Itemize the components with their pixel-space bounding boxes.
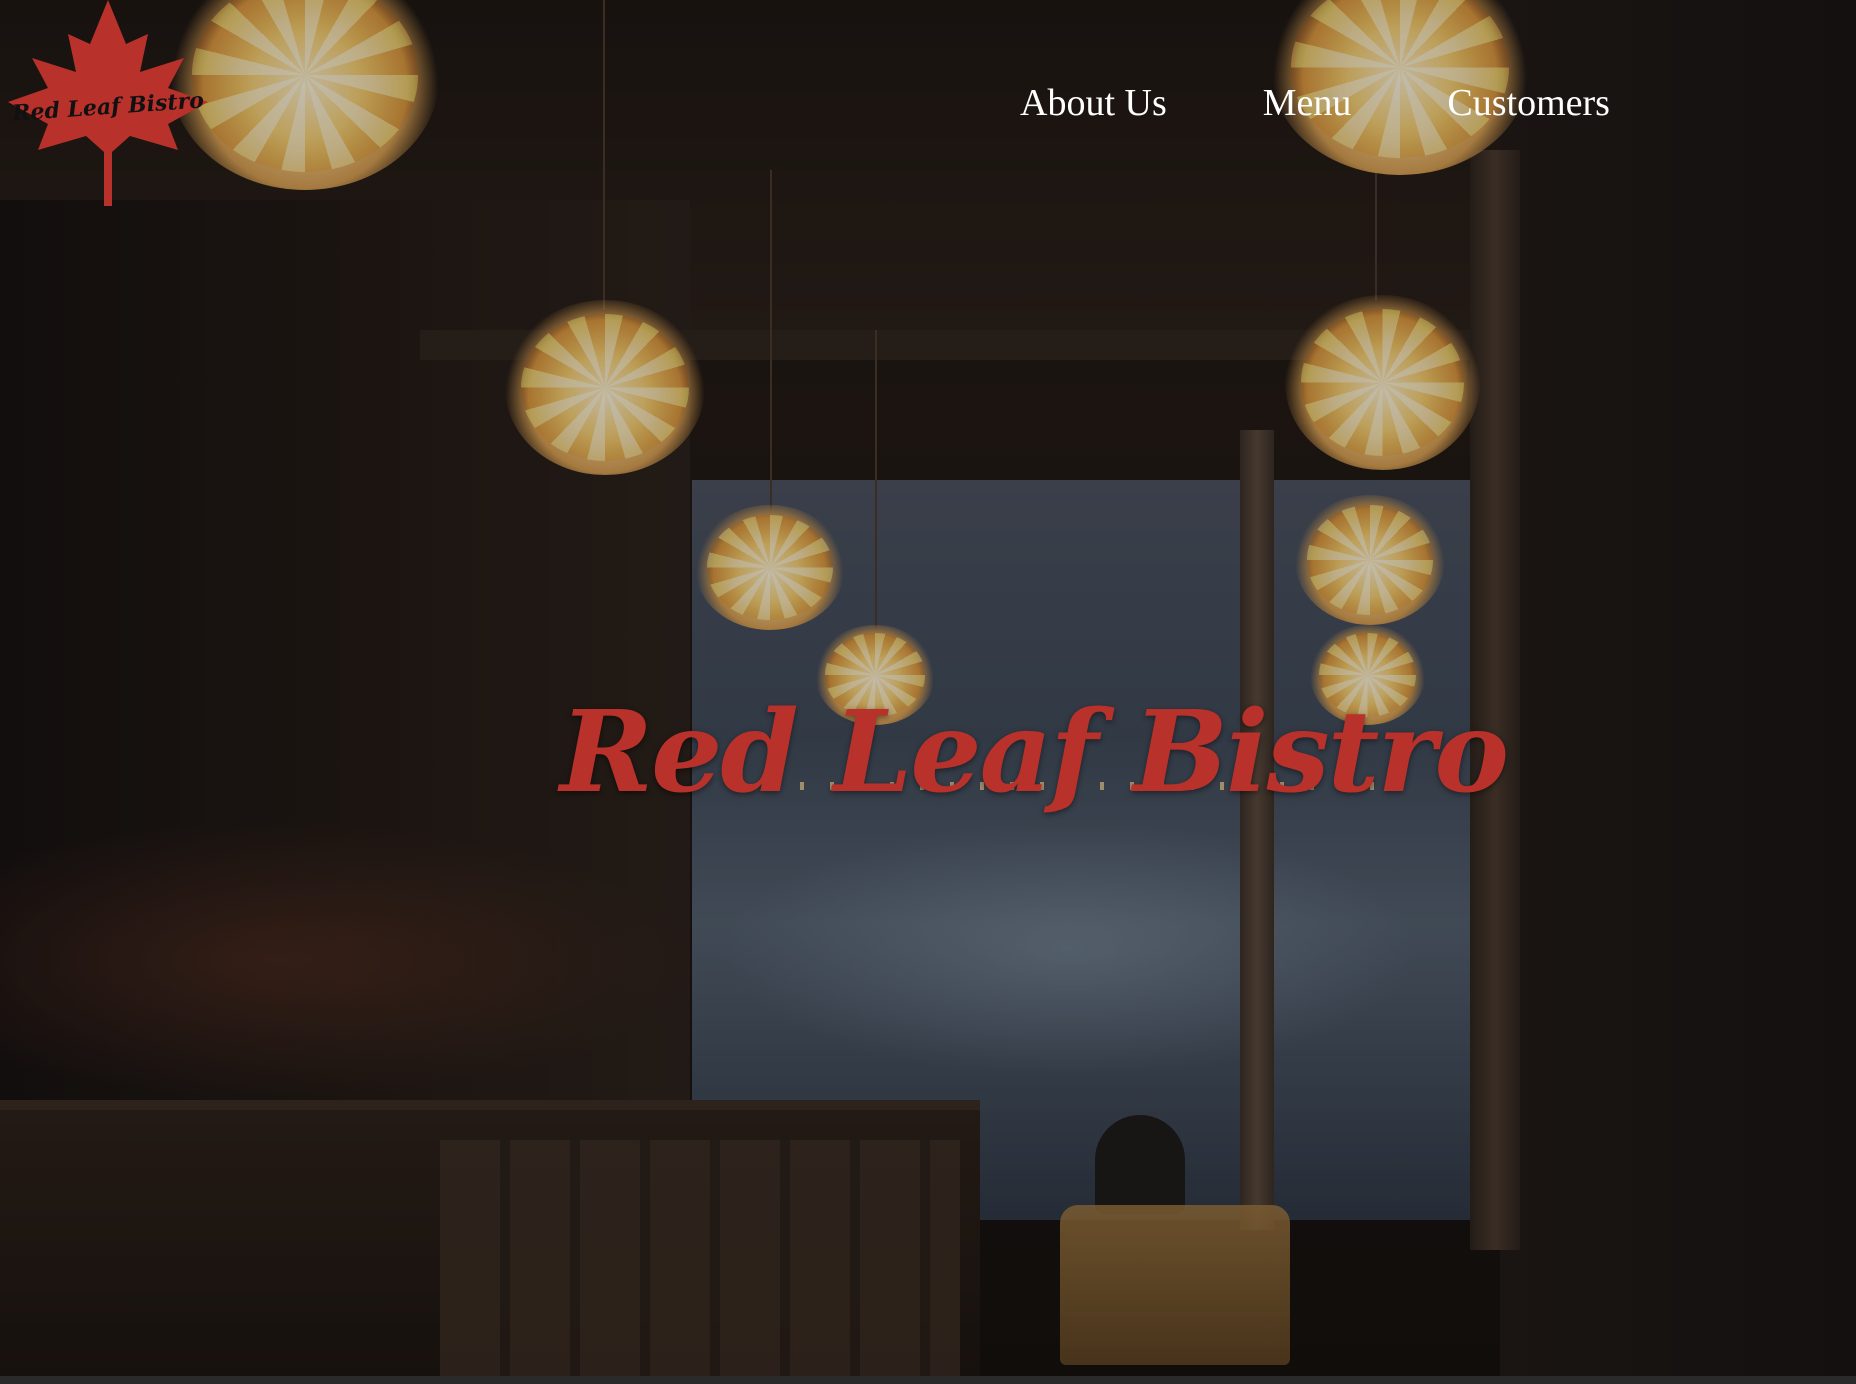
hero-title: Red Leaf Bistro xyxy=(560,687,1509,819)
nav-link-customers[interactable]: Customers xyxy=(1447,81,1610,125)
nav-link-menu[interactable]: Menu xyxy=(1263,81,1352,125)
main-nav: About Us Menu Customers xyxy=(1020,78,1610,128)
logo-link[interactable]: Red Leaf Bistro xyxy=(8,0,208,206)
landing-page: Red Leaf Bistro About Us Menu Customers … xyxy=(0,0,1856,1384)
page-bottom-edge xyxy=(0,1376,1856,1384)
nav-link-about-us[interactable]: About Us xyxy=(1020,81,1167,125)
